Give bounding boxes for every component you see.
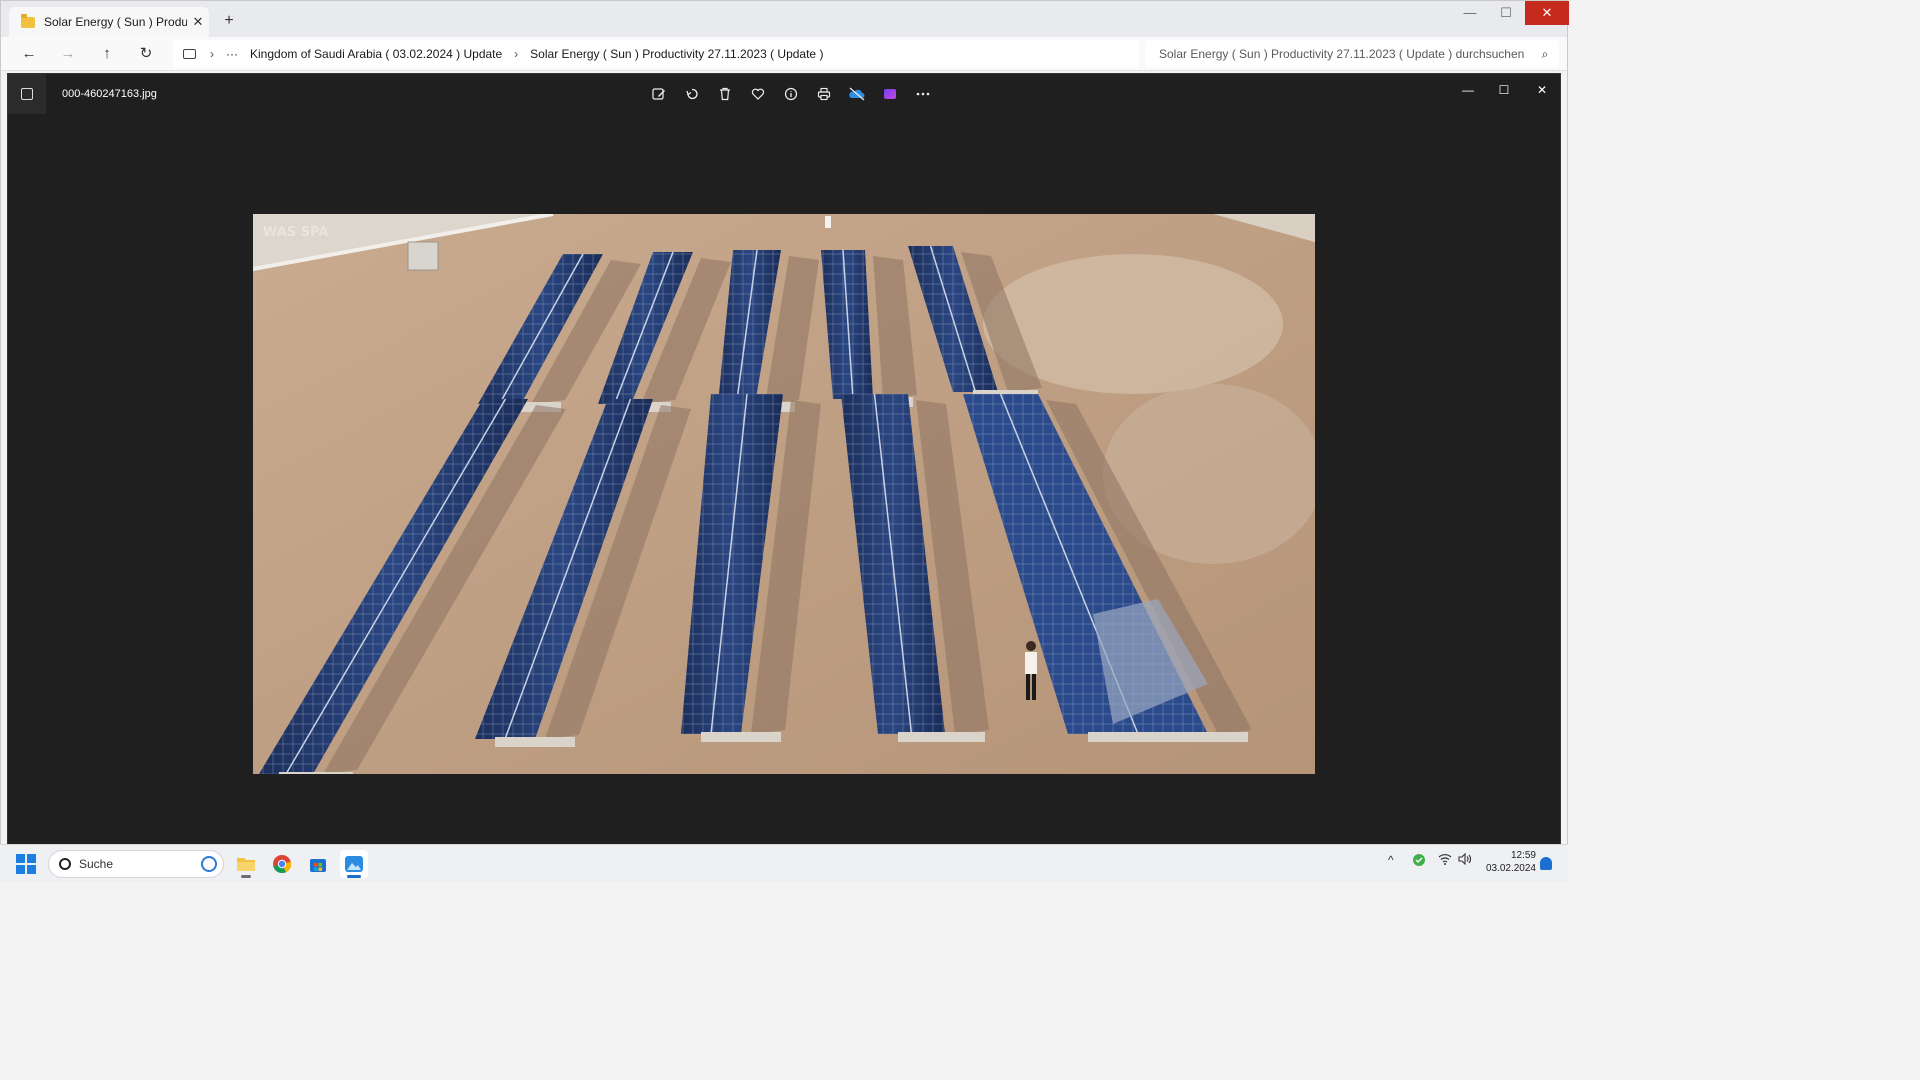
chevron-right-icon: › (210, 47, 214, 61)
store-icon[interactable] (304, 850, 332, 878)
person-figure-far (825, 216, 831, 228)
wifi-icon[interactable] (1438, 853, 1452, 868)
explorer-tab[interactable]: Solar Energy ( Sun ) Productivi ✕ (9, 7, 209, 37)
folder-search-input[interactable]: Solar Energy ( Sun ) Productivity 27.11.… (1145, 40, 1559, 68)
viewer-close-button[interactable]: ✕ (1524, 78, 1560, 102)
viewer-toolbar (642, 82, 939, 106)
chevron-up-icon[interactable]: ^ (1388, 853, 1394, 867)
folder-icon (21, 13, 35, 28)
solar-panels-photo: WAS SPA (253, 214, 1315, 774)
tab-close-icon[interactable]: ✕ (187, 14, 209, 30)
volume-icon[interactable] (1458, 852, 1472, 868)
search-placeholder: Solar Energy ( Sun ) Productivity 27.11.… (1159, 47, 1525, 61)
rotate-icon[interactable] (675, 82, 708, 106)
up-button[interactable]: ↑ (95, 42, 119, 66)
more-icon[interactable] (906, 82, 939, 106)
info-icon[interactable] (774, 82, 807, 106)
notification-bell-icon[interactable] (1540, 857, 1552, 870)
photo-watermark: WAS SPA (263, 225, 328, 240)
file-explorer-icon[interactable] (232, 850, 260, 878)
clock-time: 12:59 (1510, 850, 1536, 861)
viewer-header: 000-460247163.jpg — ☐ ✕ (8, 74, 1560, 114)
maximize-button[interactable]: ☐ (1487, 1, 1525, 25)
viewer-minimize-button[interactable]: — (1450, 78, 1486, 102)
solar-panels-image: WAS SPA (253, 214, 1315, 774)
start-button[interactable] (16, 854, 36, 874)
onedrive-icon[interactable] (840, 82, 873, 106)
security-icon[interactable] (1412, 853, 1426, 870)
bing-icon[interactable] (201, 856, 217, 872)
close-button[interactable]: ✕ (1525, 1, 1569, 25)
search-icon (59, 858, 71, 870)
print-icon[interactable] (807, 82, 840, 106)
forward-button[interactable]: → (56, 42, 80, 66)
address-bar[interactable]: › ··· Kingdom of Saudi Arabia ( 03.02.20… (173, 40, 1139, 68)
navigation-bar: ← → ↑ ↻ › ··· Kingdom of Saudi Arabia ( … (1, 37, 1567, 71)
file-explorer-window: Solar Energy ( Sun ) Productivi ✕ + — ☐ … (0, 0, 1569, 882)
taskbar: Suche ^ 12:59 03.02.2024 (0, 844, 1568, 882)
new-tab-button[interactable]: + (219, 11, 239, 31)
viewer-maximize-button[interactable]: ☐ (1486, 78, 1522, 102)
system-clock[interactable]: 12:59 03.02.2024 (1480, 849, 1536, 875)
clipchamp-icon[interactable] (873, 82, 906, 106)
back-button[interactable]: ← (17, 42, 41, 66)
breadcrumb-saudi-arabia[interactable]: Kingdom of Saudi Arabia ( 03.02.2024 ) U… (250, 47, 502, 61)
clock-date: 03.02.2024 (1485, 863, 1536, 874)
photos-icon[interactable] (340, 850, 368, 878)
refresh-button[interactable]: ↻ (134, 42, 158, 66)
tab-bar: Solar Energy ( Sun ) Productivi ✕ + — ☐ … (1, 1, 1569, 37)
photos-app-icon[interactable] (8, 74, 46, 114)
taskbar-search-label: Suche (79, 857, 114, 871)
breadcrumb-solar-energy[interactable]: Solar Energy ( Sun ) Productivity 27.11.… (530, 47, 823, 61)
this-pc-icon (183, 49, 196, 59)
taskbar-search[interactable]: Suche (48, 850, 224, 878)
search-icon[interactable]: ⌕ (1531, 47, 1559, 62)
edit-icon[interactable] (642, 82, 675, 106)
viewer-filename: 000-460247163.jpg (62, 88, 157, 100)
more-breadcrumbs-button[interactable]: ··· (226, 47, 238, 61)
favorite-icon[interactable] (741, 82, 774, 106)
minimize-button[interactable]: — (1451, 1, 1489, 25)
photos-viewer-window: 000-460247163.jpg — ☐ ✕ WAS SPA (7, 73, 1561, 845)
chevron-right-icon: › (514, 47, 519, 61)
chrome-icon[interactable] (268, 850, 296, 878)
delete-icon[interactable] (708, 82, 741, 106)
tab-title: Solar Energy ( Sun ) Productivi (44, 15, 187, 29)
